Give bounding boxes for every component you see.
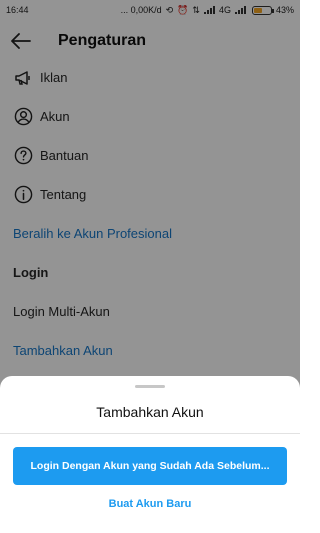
add-account-sheet: Tambahkan Akun Login Dengan Akun yang Su… [0,376,300,533]
create-new-account-button[interactable]: Buat Akun Baru [0,498,300,518]
sheet-title: Tambahkan Akun [96,404,204,420]
login-existing-account-button[interactable]: Login Dengan Akun yang Sudah Ada Sebelum… [13,447,287,485]
sheet-divider [0,433,300,434]
sheet-drag-handle[interactable] [135,385,165,388]
